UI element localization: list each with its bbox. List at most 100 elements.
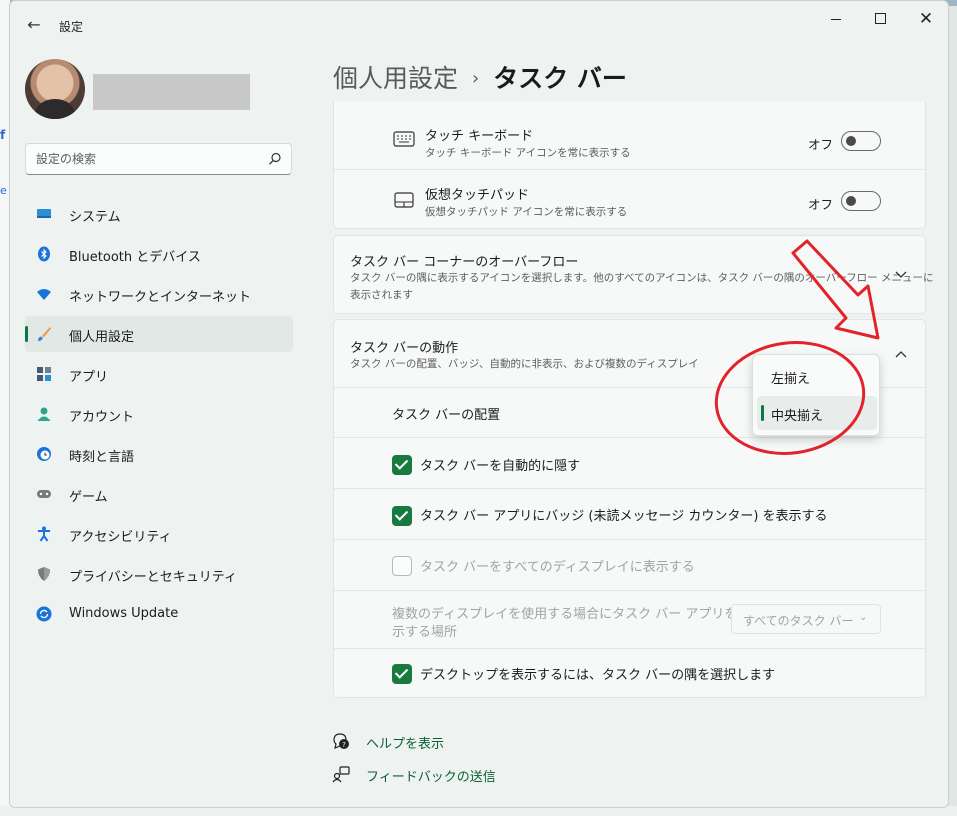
- all-displays-row: タスク バーをすべてのディスプレイに表示する: [334, 539, 925, 590]
- desktop-corner-row: デスクトップを表示するには、タスク バーの隅を選択します: [334, 648, 925, 699]
- avatar[interactable]: [25, 59, 85, 119]
- sidebar-item-personalization[interactable]: 個人用設定: [25, 316, 293, 352]
- taskbar-overflow-card[interactable]: タスク バー コーナーのオーバーフロー タスク バーの隅に表示するアイコンを選択…: [333, 235, 934, 314]
- feedback-icon: [332, 766, 350, 783]
- taskbar-icons-card: タッチ キーボード タッチ キーボード アイコンを常に表示する オフ 仮想タッチ…: [333, 101, 926, 229]
- sidebar-item-label: アプリ: [69, 370, 109, 385]
- sidebar-item-network[interactable]: ネットワークとインターネット: [25, 276, 293, 312]
- alignment-dropdown: 左揃え 中央揃え: [752, 354, 880, 436]
- option-label: 中央揃え: [771, 409, 824, 424]
- back-arrow-icon[interactable]: ←: [24, 15, 44, 35]
- sidebar-item-label: Bluetooth とデバイス: [69, 250, 201, 265]
- brush-icon: [38, 327, 51, 341]
- touch-keyboard-title: タッチ キーボード: [425, 129, 534, 144]
- multi-display-select-value: すべてのタスク バー: [743, 614, 854, 628]
- alignment-option-left[interactable]: 左揃え: [757, 359, 877, 393]
- badges-label: タスク バー アプリにバッジ (未読メッセージ カウンター) を表示する: [420, 509, 828, 524]
- sidebar-item-privacy[interactable]: プライバシーとセキュリティ: [25, 556, 293, 592]
- multi-display-label-line2: 示する場所: [392, 625, 458, 640]
- touch-keyboard-row: タッチ キーボード タッチ キーボード アイコンを常に表示する オフ: [334, 101, 925, 169]
- shield-icon: [38, 567, 50, 581]
- sidebar-item-label: ゲーム: [69, 490, 108, 505]
- multi-display-label: 複数のディスプレイを使用する場合にタスク バー アプリを表: [392, 607, 751, 622]
- keyboard-icon: [393, 131, 415, 147]
- maximize-icon: [874, 13, 886, 24]
- touchpad-toggle[interactable]: [841, 191, 881, 211]
- settings-window: ← 設定 ✕ システム Bluetooth とデバイス ネットワークとインターネ…: [9, 0, 949, 808]
- chevron-down-icon: ⌄: [859, 612, 868, 623]
- sidebar-item-label: 個人用設定: [69, 330, 135, 345]
- badges-checkbox[interactable]: [392, 506, 412, 526]
- sidebar-item-label: Windows Update: [69, 606, 179, 621]
- wifi-icon: [37, 289, 51, 300]
- all-displays-checkbox[interactable]: [392, 556, 412, 576]
- sidebar-item-accounts[interactable]: アカウント: [25, 396, 293, 432]
- multi-display-select[interactable]: すべてのタスク バー ⌄: [731, 604, 881, 634]
- touch-keyboard-toggle[interactable]: [841, 131, 881, 151]
- toggle-knob: [846, 196, 856, 206]
- account-icon: [37, 407, 51, 421]
- auto-hide-row: タスク バーを自動的に隠す: [334, 437, 925, 488]
- minimize-icon: [831, 19, 841, 20]
- background-fragment-e: e: [0, 184, 7, 197]
- gamepad-icon: [37, 490, 51, 498]
- option-label: 左揃え: [771, 372, 811, 387]
- sidebar-item-label: ネットワークとインターネット: [69, 290, 252, 305]
- desktop-corner-label: デスクトップを表示するには、タスク バーの隅を選択します: [420, 668, 776, 683]
- sidebar-item-windows-update[interactable]: Windows Update: [25, 596, 293, 632]
- title-bar: ← 設定 ✕: [10, 1, 948, 49]
- overflow-title: タスク バー コーナーのオーバーフロー: [350, 255, 579, 270]
- sidebar-item-label: アカウント: [69, 410, 135, 425]
- alignment-option-center[interactable]: 中央揃え: [757, 396, 877, 430]
- toggle-knob: [846, 136, 856, 146]
- search-icon[interactable]: [268, 152, 282, 166]
- sidebar-nav: システム Bluetooth とデバイス ネットワークとインターネット 個人用設…: [25, 196, 293, 636]
- chevron-down-icon[interactable]: [895, 271, 907, 279]
- breadcrumb-parent[interactable]: 個人用設定: [333, 64, 458, 93]
- toggle-state-label: オフ: [808, 197, 834, 212]
- background-fragment-f: f: [0, 128, 6, 142]
- close-button[interactable]: ✕: [911, 9, 941, 29]
- sidebar-item-bluetooth[interactable]: Bluetooth とデバイス: [25, 236, 293, 272]
- globe-clock-icon: [37, 447, 51, 461]
- touchpad-icon: [394, 192, 414, 208]
- sidebar-item-system[interactable]: システム: [25, 196, 293, 232]
- feedback-link[interactable]: フィードバックの送信: [366, 766, 496, 785]
- search-field[interactable]: [25, 143, 292, 175]
- alignment-label: タスク バーの配置: [392, 408, 501, 423]
- app-title: 設定: [59, 20, 84, 34]
- auto-hide-checkbox[interactable]: [392, 455, 412, 475]
- accessibility-icon: [38, 526, 50, 542]
- touchpad-title: 仮想タッチパッド: [425, 188, 530, 203]
- touchpad-row: 仮想タッチパッド 仮想タッチパッド アイコンを常に表示する オフ: [334, 169, 925, 229]
- search-input[interactable]: [36, 150, 256, 168]
- system-icon: [37, 209, 51, 218]
- sidebar-item-label: アクセシビリティ: [69, 530, 172, 545]
- bluetooth-icon: [38, 246, 50, 262]
- sidebar-item-label: システム: [69, 210, 121, 225]
- sidebar-item-time-language[interactable]: 時刻と言語: [25, 436, 293, 472]
- apps-icon: [37, 367, 51, 381]
- minimize-button[interactable]: [821, 9, 851, 29]
- sidebar-item-gaming[interactable]: ゲーム: [25, 476, 293, 512]
- maximize-button[interactable]: [865, 9, 895, 29]
- page-title: タスク バー: [493, 64, 627, 93]
- auto-hide-label: タスク バーを自動的に隠す: [420, 459, 581, 474]
- sidebar-item-label: 時刻と言語: [69, 450, 135, 465]
- help-link[interactable]: ヘルプを表示: [366, 733, 444, 752]
- redacted-user-name: [93, 74, 250, 110]
- sidebar-item-label: プライバシーとセキュリティ: [69, 570, 237, 585]
- sidebar-item-apps[interactable]: アプリ: [25, 356, 293, 392]
- touchpad-subtitle: 仮想タッチパッド アイコンを常に表示する: [425, 206, 628, 218]
- multi-display-row: 複数のディスプレイを使用する場合にタスク バー アプリを表 示する場所 すべての…: [334, 590, 925, 648]
- overflow-subtitle: タスク バーの隅に表示するアイコンを選択します。他のすべてのアイコンは、タスク …: [350, 272, 934, 284]
- desktop-corner-checkbox[interactable]: [392, 664, 412, 684]
- behavior-subtitle: タスク バーの配置、バッジ、自動的に非表示、および複数のディスプレイ: [350, 358, 699, 370]
- sidebar-item-accessibility[interactable]: アクセシビリティ: [25, 516, 293, 552]
- breadcrumb: 個人用設定 › タスク バー: [333, 59, 627, 95]
- help-icon: ?: [333, 733, 349, 749]
- breadcrumb-separator-icon: ›: [472, 68, 480, 89]
- behavior-title: タスク バーの動作: [350, 341, 459, 356]
- overflow-subtitle-line2: 表示されます: [350, 289, 413, 301]
- chevron-up-icon[interactable]: [895, 350, 907, 358]
